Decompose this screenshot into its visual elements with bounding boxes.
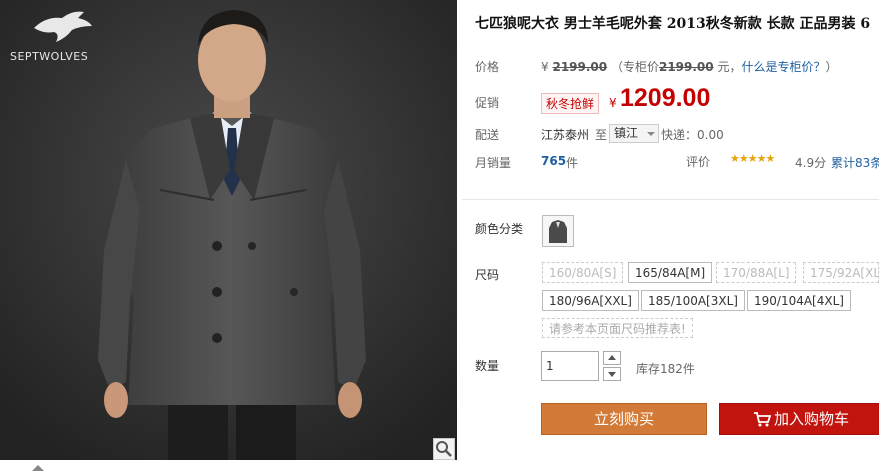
rating-label: 评价 bbox=[686, 155, 711, 169]
destination-value: 镇江 bbox=[614, 126, 639, 140]
delivery-from: 江苏泰州 bbox=[541, 128, 590, 142]
cart-icon bbox=[754, 412, 771, 427]
color-label: 颜色分类 bbox=[475, 222, 524, 236]
monthly-sales-count: 765 bbox=[541, 154, 567, 168]
destination-select[interactable]: 镇江 bbox=[609, 124, 659, 143]
section-divider bbox=[462, 199, 879, 200]
sales-unit: 件 bbox=[566, 156, 579, 170]
quantity-input[interactable] bbox=[541, 351, 599, 381]
size-label: 尺码 bbox=[475, 268, 500, 282]
shipping-fee: 快递：0.00 bbox=[661, 128, 724, 142]
buy-now-button[interactable]: 立刻购买 bbox=[541, 403, 707, 435]
product-image-area[interactable]: SEPTWOLVES bbox=[0, 0, 457, 460]
quantity-decrease-button[interactable] bbox=[603, 367, 621, 381]
size-option[interactable]: 185/100A[3XL] bbox=[641, 290, 745, 311]
triangle-down-icon bbox=[608, 372, 616, 377]
original-price: ¥ 2199.00 （专柜价2199.00 元，什么是专柜价？） bbox=[541, 58, 838, 75]
counter-price-prefix: （专柜价 bbox=[610, 60, 659, 74]
price-label: 价格 bbox=[475, 60, 500, 74]
rating-score: 4.9分 bbox=[795, 156, 827, 170]
promo-currency: ¥ bbox=[609, 96, 617, 110]
original-price-value: 2199.00 bbox=[552, 60, 608, 74]
delivery-to-word: 至 bbox=[595, 128, 608, 142]
promo-tag: 秋冬抢鲜 bbox=[541, 93, 600, 114]
product-photo bbox=[0, 0, 457, 460]
product-title: 七匹狼呢大衣 男士羊毛呢外套 2013秋冬新款 长款 正品男装 6 bbox=[475, 16, 871, 32]
chevron-down-icon bbox=[647, 132, 655, 136]
what-is-counter-price-link[interactable]: 什么是专柜价？ bbox=[741, 60, 825, 74]
add-to-cart-button[interactable]: 加入购物车 bbox=[719, 403, 879, 435]
add-to-cart-label: 加入购物车 bbox=[774, 410, 850, 428]
size-option[interactable]: 170/88A[L] bbox=[716, 262, 797, 283]
review-count-link[interactable]: 累计83条 bbox=[831, 154, 879, 171]
wolf-logo-icon bbox=[34, 11, 92, 42]
stock-count: 库存182件 bbox=[636, 362, 695, 376]
size-option[interactable]: 180/96A[XXL] bbox=[542, 290, 639, 311]
quantity-label: 数量 bbox=[475, 359, 500, 373]
promo-label: 促销 bbox=[475, 96, 500, 110]
brand-logo: SEPTWOLVES bbox=[10, 6, 100, 63]
size-option[interactable]: 175/92A[XL] bbox=[803, 262, 879, 283]
color-option-gray[interactable] bbox=[542, 215, 574, 247]
sales-label: 月销量 bbox=[475, 156, 512, 170]
size-option[interactable]: 165/84A[M] bbox=[628, 262, 713, 283]
thumbnail-pointer-icon bbox=[32, 465, 44, 471]
size-chart-hint[interactable]: 请参考本页面尺码推荐表! bbox=[542, 318, 693, 338]
thumbnail-strip bbox=[0, 460, 457, 471]
coat-thumbnail-icon bbox=[543, 216, 573, 246]
magnifier-icon bbox=[436, 441, 452, 457]
counter-price-value: 2199.00 bbox=[658, 60, 714, 74]
rating-stars-icon: ★★★★★ bbox=[730, 152, 775, 165]
triangle-up-icon bbox=[608, 355, 616, 360]
brand-name: SEPTWOLVES bbox=[10, 50, 89, 63]
currency-symbol: ¥ bbox=[541, 60, 549, 74]
counter-price-suffix: 元， bbox=[717, 60, 742, 74]
counter-price-close: ） bbox=[825, 60, 838, 74]
zoom-button[interactable] bbox=[433, 438, 455, 460]
promo-price: 1209.00 bbox=[620, 84, 711, 112]
delivery-label: 配送 bbox=[475, 128, 500, 142]
size-option[interactable]: 190/104A[4XL] bbox=[747, 290, 851, 311]
quantity-increase-button[interactable] bbox=[603, 351, 621, 365]
size-option[interactable]: 160/80A[S] bbox=[542, 262, 624, 283]
product-info-panel: 七匹狼呢大衣 男士羊毛呢外套 2013秋冬新款 长款 正品男装 6 价格 ¥ 2… bbox=[462, 0, 879, 471]
